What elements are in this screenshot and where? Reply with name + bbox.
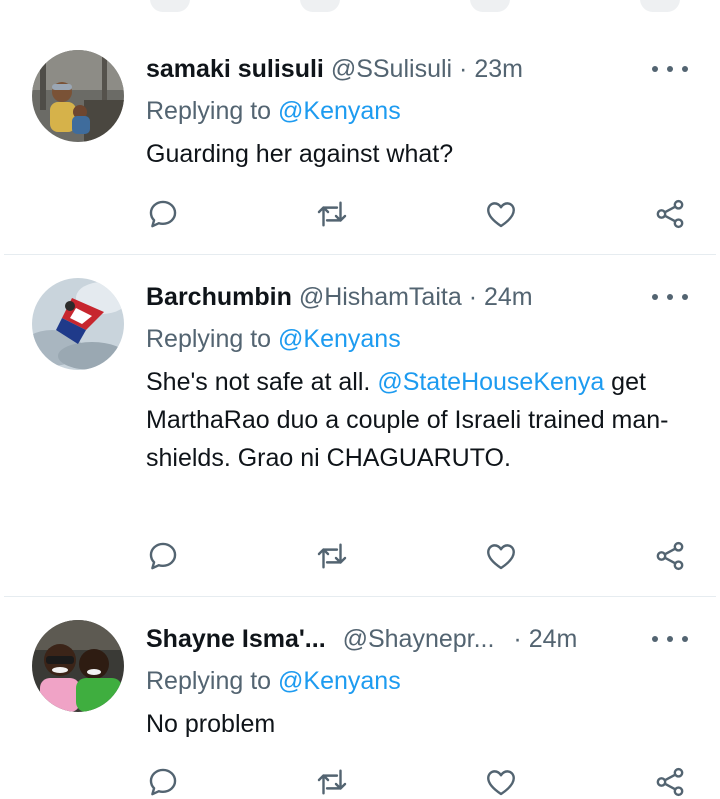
avatar[interactable] (32, 278, 124, 370)
reply-icon[interactable] (146, 765, 180, 799)
tweet-header: Shayne Isma'... @Shaynepr... · 24m (146, 623, 577, 655)
tweet-text-content: Guarding her against what? (146, 140, 454, 168)
heart-icon[interactable] (484, 539, 518, 573)
tweet-text: She's not safe at all. @StateHouseKenya … (146, 363, 686, 477)
avatar[interactable] (32, 620, 124, 712)
replying-to-label: Replying to (146, 667, 272, 695)
more-icon[interactable] (652, 287, 688, 307)
heart-icon[interactable] (484, 197, 518, 231)
mention-link[interactable]: @Kenyans (278, 667, 401, 695)
tweet-header: samaki sulisuli @SSulisuli · 23m (146, 53, 523, 85)
retweet-icon[interactable] (315, 765, 349, 799)
replying-to: Replying to @Kenyans (146, 323, 401, 355)
reply-icon[interactable] (146, 539, 180, 573)
separator-dot: · (468, 283, 478, 311)
more-icon[interactable] (652, 629, 688, 649)
avatar-image (32, 50, 124, 142)
avatar-image (32, 278, 124, 370)
mention-link[interactable]: @Kenyans (278, 97, 401, 125)
timestamp[interactable]: 24m (484, 283, 533, 311)
replying-to-label: Replying to (146, 97, 272, 125)
avatar[interactable] (32, 50, 124, 142)
separator-dot: · (459, 55, 468, 83)
tweet-text: No problem (146, 705, 686, 743)
mention-link-statehouse[interactable]: @StateHouseKenya (377, 368, 604, 396)
share-icon[interactable] (653, 765, 687, 799)
retweet-icon[interactable] (315, 539, 349, 573)
share-icon[interactable] (653, 539, 687, 573)
user-handle[interactable]: @SSulisuli (331, 55, 452, 83)
share-icon[interactable] (653, 197, 687, 231)
replying-to: Replying to @Kenyans (146, 665, 401, 697)
user-handle[interactable]: @HishamTaita (299, 283, 462, 311)
avatar-image (32, 620, 124, 712)
tweet-text-content: No problem (146, 710, 276, 738)
replying-to: Replying to @Kenyans (146, 95, 401, 127)
timestamp[interactable]: 24m (529, 625, 578, 653)
tweet-3[interactable]: Shayne Isma'... @Shaynepr... · 24m Reply… (0, 597, 720, 797)
tweet-1[interactable]: samaki sulisuli @SSulisuli · 23m Replyin… (0, 0, 720, 254)
display-name[interactable]: samaki sulisuli (146, 55, 324, 83)
replying-to-label: Replying to (146, 325, 272, 353)
timestamp[interactable]: 23m (474, 55, 523, 83)
user-handle[interactable]: @Shaynepr... (343, 625, 495, 653)
display-name[interactable]: Barchumbin (146, 283, 292, 311)
tweet-text: Guarding her against what? (146, 135, 686, 173)
tweet-text-part1: She's not safe at all. (146, 368, 371, 396)
tweet-header: Barchumbin @HishamTaita · 24m (146, 281, 533, 313)
display-name[interactable]: Shayne Isma'... (146, 625, 326, 653)
reply-icon[interactable] (146, 197, 180, 231)
separator-dot: · (513, 625, 522, 653)
tweet-2[interactable]: Barchumbin @HishamTaita · 24m Replying t… (0, 255, 720, 596)
mention-link[interactable]: @Kenyans (278, 325, 401, 353)
heart-icon[interactable] (484, 765, 518, 799)
more-icon[interactable] (652, 59, 688, 79)
retweet-icon[interactable] (315, 197, 349, 231)
